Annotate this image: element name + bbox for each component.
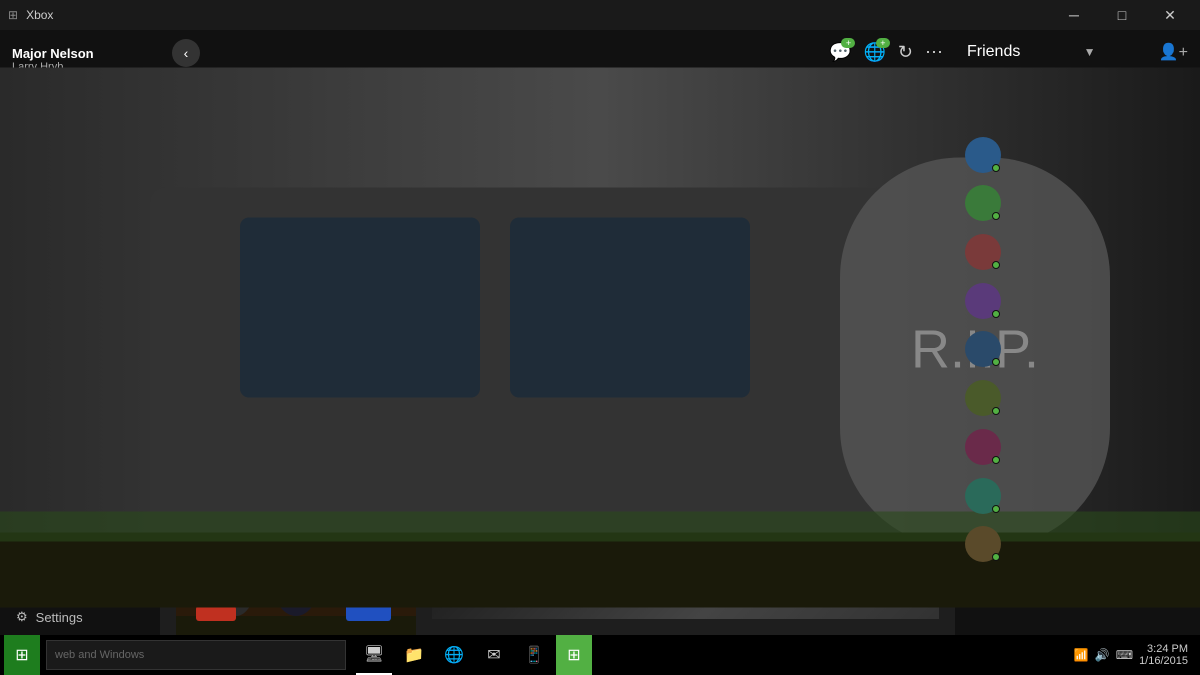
friend-avatar [965, 331, 1001, 367]
online-indicator [992, 358, 1000, 366]
feed-image: R.I.P. The Moment of Truth [432, 541, 939, 619]
friend-avatar [965, 234, 1001, 270]
activity-feed: Activity feed 💬 Major Nelson Larry Hryb … [432, 401, 939, 619]
online-indicator [992, 212, 1000, 220]
friend-avatar [965, 429, 1001, 465]
online-indicator [992, 407, 1000, 415]
main-content: ‹ 💬 + 🌐 + ↻ ⋯ [160, 30, 955, 635]
friend-avatar [965, 478, 1001, 514]
friend-avatar [965, 526, 1001, 562]
feed-image-svg: R.I.P. [432, 541, 939, 619]
app-container: Major Nelson Larry Hryb G 75086 ⌂ Home 🏆… [0, 30, 1200, 635]
online-indicator [992, 553, 1000, 561]
online-indicator [992, 456, 1000, 464]
feed-item: Major Nelson Larry Hryb 18h ago unlocked… [432, 483, 939, 619]
friend-avatar [965, 283, 1001, 319]
friend-avatar [965, 137, 1001, 173]
friend-avatar [965, 380, 1001, 416]
online-indicator [992, 505, 1000, 513]
online-indicator [992, 310, 1000, 318]
online-indicator [992, 164, 1000, 172]
online-indicator [992, 261, 1000, 269]
friend-avatar [965, 185, 1001, 221]
content-area: LAST GAME PLAYED [160, 385, 955, 635]
